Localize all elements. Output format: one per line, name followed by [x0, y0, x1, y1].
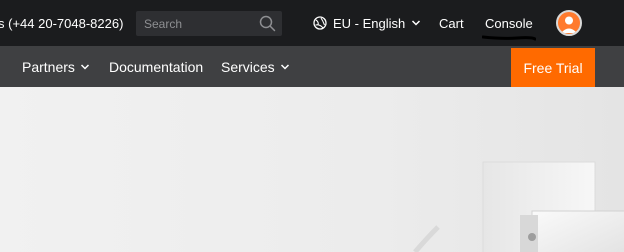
nav-item-label: Documentation	[109, 59, 204, 75]
nav-item-documentation[interactable]: Documentation	[109, 59, 203, 75]
chevron-down-icon	[80, 64, 89, 70]
hero-graphic	[413, 161, 624, 252]
search-box[interactable]	[136, 11, 282, 36]
top-bar: s (+44 20-7048-8226) EU - English Cart C…	[0, 0, 624, 46]
language-selector[interactable]: EU - English	[313, 14, 421, 32]
nav-item-label: Services	[221, 59, 275, 75]
search-input[interactable]	[136, 11, 256, 36]
console-underline-annotation	[482, 35, 536, 41]
search-icon[interactable]	[259, 15, 276, 32]
contact-phone[interactable]: s (+44 20-7048-8226)	[0, 16, 123, 31]
cart-link[interactable]: Cart	[439, 16, 464, 31]
user-avatar[interactable]	[556, 10, 582, 36]
globe-icon	[313, 16, 327, 30]
nav-item-label: Partners	[22, 59, 75, 75]
nav-item-partners[interactable]: Partners	[22, 59, 90, 75]
user-avatar-icon	[561, 16, 577, 33]
chevron-down-icon	[280, 64, 289, 70]
hero-banner	[0, 87, 624, 252]
nav-item-services[interactable]: Services	[221, 59, 290, 75]
language-label: EU - English	[333, 15, 406, 31]
console-link[interactable]: Console	[485, 16, 533, 31]
chevron-down-icon	[412, 20, 421, 26]
free-trial-button[interactable]: Free Trial	[511, 48, 595, 87]
